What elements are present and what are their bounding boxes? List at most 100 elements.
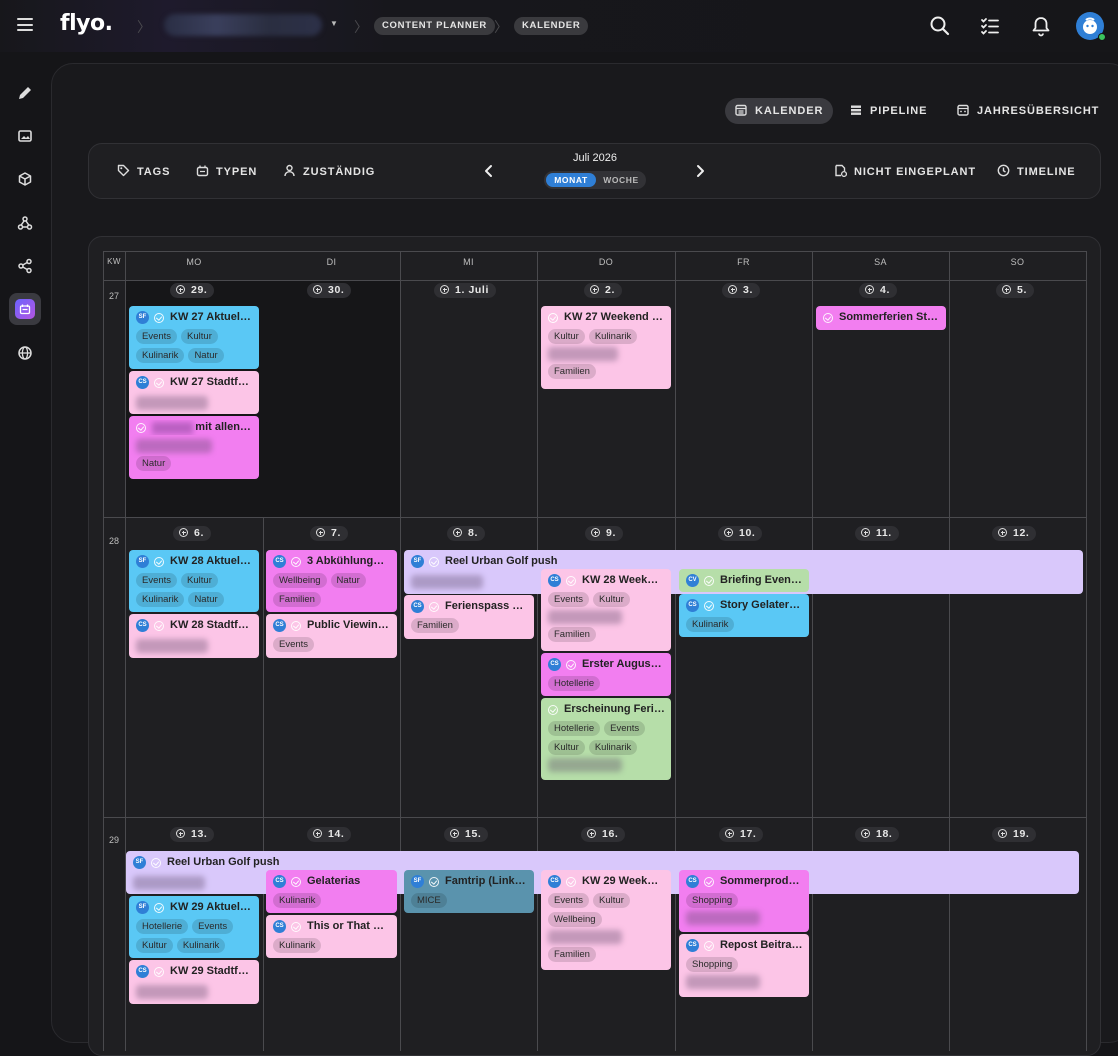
next-month-icon[interactable] [692,163,708,179]
tag: Shopping [686,957,739,972]
filter-zustaendig-button[interactable]: ZUSTÄNDIG [283,164,375,178]
tag: Natur [188,348,224,363]
assignee-avatar: CS [411,600,424,613]
redacted-text [136,396,208,410]
sidebar-item-share[interactable] [9,250,41,282]
day-add-button[interactable]: 2. [584,283,622,298]
day-add-button[interactable]: 7. [310,526,348,541]
event-card[interactable]: CS Ferienspass … Familien [404,595,534,639]
event-card[interactable]: SF KW 28 Aktuel… Events Kultur Kulinarik Nat… [129,550,259,612]
event-card[interactable]: CS KW 29 Week… Events Kultur Wellbeing Fami… [541,870,671,970]
pipeline-icon [851,105,861,115]
day-add-button[interactable]: 18. [855,827,900,842]
tag: Kultur [548,740,585,755]
day-add-button[interactable]: 17. [719,827,764,842]
day-add-button[interactable]: 6. [173,526,211,541]
filter-tags-button[interactable]: TAGS [117,164,170,178]
day-add-button[interactable]: 3. [722,283,760,298]
tag: Kultur [593,592,630,607]
event-card[interactable]: CS Story Gelateri… Kulinarik [679,594,809,637]
project-selector[interactable] [164,14,322,36]
tab-kalender[interactable]: KALENDER [725,98,834,124]
chevron-down-icon[interactable]: ▼ [330,19,338,28]
event-card[interactable]: SF KW 27 Aktuel… Events Kultur Kulinarik Nat… [129,306,259,369]
event-card[interactable]: CS This or That … Kulinarik [266,915,397,958]
event-card[interactable]: CS KW 28 Week… Events Kultur Familien [541,569,671,651]
search-icon[interactable] [929,15,951,37]
nicht-eingeplant-button[interactable]: NICHT EINGEPLANT [834,164,976,178]
sidebar-item-web[interactable] [9,337,41,369]
day-add-button[interactable]: 19. [992,827,1037,842]
assignee-avatar: CS [136,619,149,632]
breadcrumb-kalender[interactable]: KALENDER [514,17,589,35]
status-check-icon [548,312,558,323]
day-add-button[interactable]: 8. [447,526,485,541]
sidebar-item-content-planner[interactable] [9,293,41,325]
status-check-icon [291,876,301,887]
prev-month-icon[interactable] [481,163,497,179]
day-add-button[interactable]: 13. [170,827,215,842]
event-card[interactable]: SF KW 29 Aktuel… Hotellerie Events Kultur Ku… [129,896,259,958]
tag-icon [117,164,130,177]
day-add-button[interactable]: 4. [859,283,897,298]
pencil-icon [19,87,31,99]
status-check-icon [429,601,439,612]
day-add-button[interactable]: 12. [992,526,1037,541]
event-title: This or That … [307,920,384,932]
day-add-button[interactable]: 5. [996,283,1034,298]
day-add-button[interactable]: 30. [307,283,352,298]
timeline-button[interactable]: TIMELINE [997,164,1076,178]
event-card[interactable]: SF Famtrip (Link… MICE [404,870,534,913]
add-circle-icon [591,528,600,537]
calendar-icon [735,104,747,116]
bell-icon[interactable] [1030,15,1052,37]
redacted-text [152,421,194,434]
calendar-year-icon [957,104,969,116]
event-card[interactable]: CS 3 Abkühlung… Wellbeing Natur Familien [266,550,397,612]
event-title: KW 27 Stadtf… [170,376,249,388]
day-add-button[interactable]: 1. Juli [434,283,496,298]
event-card[interactable]: CS Sommerprod… Shopping [679,870,809,932]
clock-icon [997,164,1010,177]
redacted-text [548,930,622,944]
day-add-button[interactable]: 9. [585,526,623,541]
event-card[interactable]: CS KW 28 Stadtf… [129,614,259,658]
sidebar-item-webhooks[interactable] [9,207,41,239]
online-status-dot [1098,33,1106,41]
event-card[interactable]: CS Gelaterias Kulinarik [266,870,397,913]
day-add-button[interactable]: 11. [855,526,899,541]
day-add-button[interactable]: 16. [581,827,626,842]
day-add-button[interactable]: 14. [307,827,352,842]
sidebar-item-edit[interactable] [9,77,41,109]
menu-icon[interactable] [17,18,33,31]
add-circle-icon [587,829,596,838]
filter-typen-button[interactable]: TYPEN [196,164,257,178]
event-card[interactable]: CS Public Viewin… Events [266,614,397,658]
tab-pipeline[interactable]: PIPELINE [840,98,937,124]
sidebar-item-media[interactable] [9,120,41,152]
event-card[interactable]: Sommerferien St… [816,306,946,330]
tag: Familien [548,364,596,379]
user-avatar[interactable] [1076,12,1106,41]
status-check-icon [154,620,164,631]
event-card[interactable]: CS KW 27 Stadtf… [129,371,259,414]
event-card[interactable]: Erscheinung Feri… Hotellerie Events Kultur… [541,698,671,780]
event-card[interactable]: CV Briefing Even… [679,569,809,592]
event-card[interactable]: KW 27 Weekend … Kultur Kulinarik Familien [541,306,671,389]
day-add-button[interactable]: 10. [718,526,763,541]
logo[interactable]: flyo. [60,11,113,36]
day-add-button[interactable]: 29. [170,283,215,298]
tab-jahresuebersicht[interactable]: JAHRESÜBERSICHT [947,98,1109,124]
day-add-button[interactable]: 15. [444,827,489,842]
breadcrumb-content-planner[interactable]: CONTENT PLANNER [374,17,495,35]
task-list-icon[interactable] [979,15,1001,37]
event-card[interactable]: CS Repost Beitra… Shopping [679,934,809,997]
tag: Familien [548,947,596,962]
event-card[interactable]: mit allen … Natur [129,416,259,479]
event-card[interactable]: CS Erster August… Hotellerie [541,653,671,696]
event-card[interactable]: CS KW 29 Stadtf… [129,960,259,1004]
mode-woche[interactable]: WOCHE [598,173,644,187]
add-circle-icon [725,829,734,838]
sidebar-item-modules[interactable] [9,163,41,195]
mode-monat[interactable]: MONAT [546,173,596,187]
